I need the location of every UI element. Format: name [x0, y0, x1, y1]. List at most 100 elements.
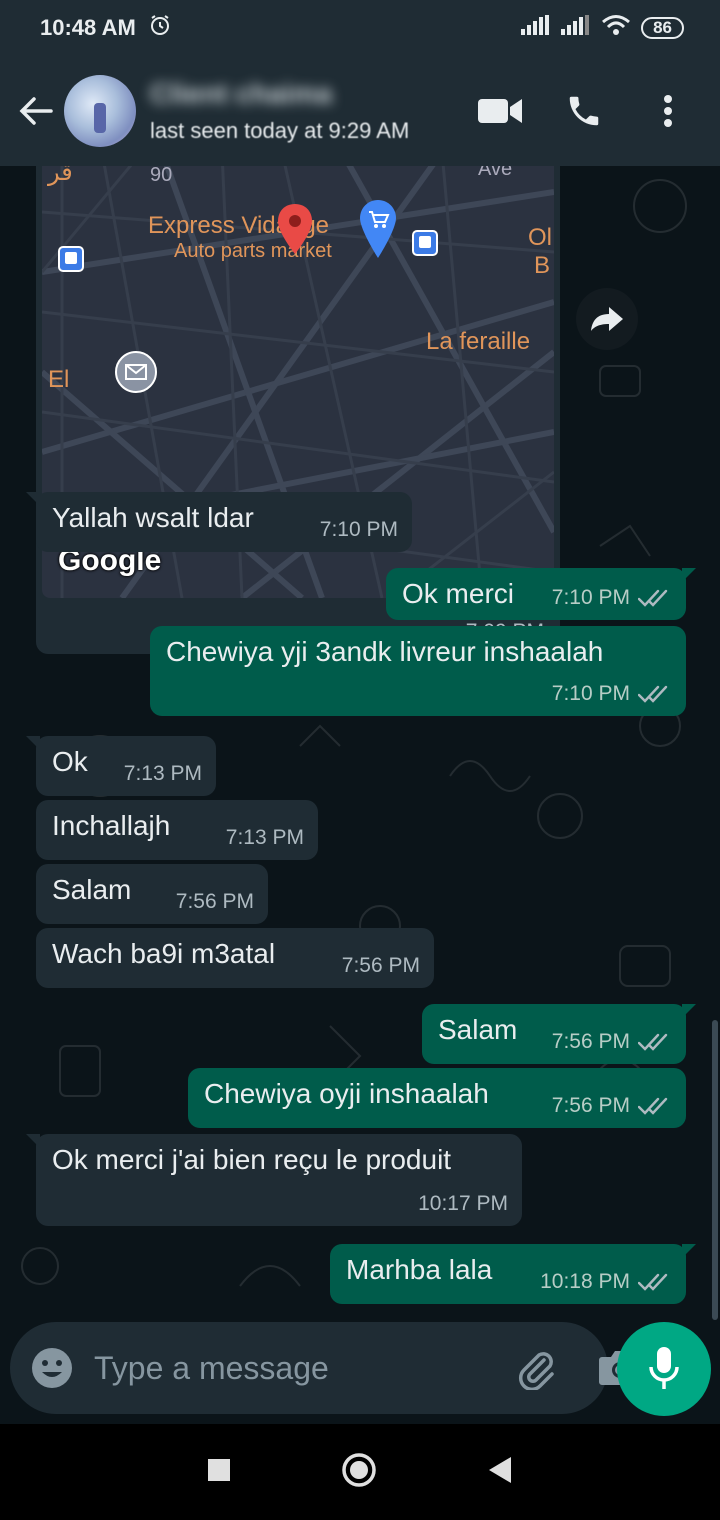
message-time: 10:18 PM — [540, 1270, 630, 1293]
outgoing-message[interactable]: Ok merci 7:10 PM — [386, 568, 696, 620]
outgoing-message[interactable]: Chewiya oyji inshaalah 7:56 PM — [188, 1068, 686, 1128]
message-text: Ok — [52, 746, 88, 777]
map-label-arabic: قر — [48, 166, 73, 186]
map-label-feraille: La feraille — [426, 328, 531, 355]
last-seen: last seen today at 9:29 AM — [150, 118, 410, 143]
message-meta: 10:17 PM — [418, 1192, 508, 1216]
home-button[interactable] — [341, 1452, 377, 1493]
incoming-message[interactable]: Ok merci j'ai bien reçu le produit 10:17 … — [26, 1134, 522, 1226]
incoming-message[interactable]: Ok 7:13 PM — [26, 736, 216, 796]
video-call-icon — [478, 99, 522, 123]
message-time: 7:10 PM — [551, 682, 630, 705]
forward-button[interactable] — [576, 288, 638, 350]
more-vert-icon — [664, 95, 672, 127]
message-meta: 7:56 PM — [342, 954, 420, 978]
message-meta: 7:13 PM — [124, 762, 202, 786]
chat-header: Client chaima last seen today at 9:29 AM — [0, 56, 720, 166]
message-time: 7:56 PM — [341, 954, 420, 977]
message-text: Yallah wsalt ldar — [52, 502, 254, 533]
forward-icon — [591, 307, 623, 331]
message-time: 10:17 PM — [418, 1192, 508, 1215]
chat-area[interactable]: قر 90 Ave Express Vidange Auto parts mar… — [0, 166, 720, 1322]
message-meta: 7:56 PM — [176, 890, 254, 914]
wifi-icon — [601, 14, 631, 42]
map-label-b: B — [534, 252, 551, 279]
bus-stop-icon-2 — [412, 230, 438, 261]
contact-name: Client chaima — [150, 78, 333, 109]
message-time: 7:56 PM — [551, 1030, 630, 1053]
scrollbar[interactable] — [712, 1020, 718, 1320]
double-check-icon — [638, 589, 668, 607]
emoji-button[interactable] — [30, 1346, 74, 1390]
emoji-icon — [32, 1348, 72, 1388]
contact-info[interactable]: Client chaima last seen today at 9:29 AM — [150, 78, 470, 144]
message-meta: 7:56 PM — [552, 1030, 672, 1054]
status-time: 10:48 AM — [40, 15, 136, 40]
signal-icon-2 — [561, 15, 591, 41]
alarm-icon — [148, 13, 172, 43]
bus-stop-icon — [58, 246, 84, 277]
double-check-icon — [638, 685, 668, 703]
voice-record-button[interactable] — [617, 1322, 711, 1416]
attach-button[interactable] — [514, 1344, 558, 1392]
map-label-avenue: Ave — [478, 166, 513, 180]
message-time: 7:56 PM — [175, 890, 254, 913]
voice-call-button[interactable] — [554, 81, 614, 141]
incoming-message[interactable]: Salam 7:56 PM — [36, 864, 268, 924]
incoming-message[interactable]: Yallah wsalt ldar 7:10 PM — [26, 492, 412, 552]
double-check-icon — [638, 1033, 668, 1051]
signal-icon — [521, 15, 551, 41]
double-check-icon — [638, 1097, 668, 1115]
message-meta: 7:10 PM — [320, 518, 398, 542]
menu-button[interactable] — [638, 81, 698, 141]
message-text: Chewiya oyji inshaalah — [204, 1078, 489, 1109]
message-text: Chewiya yji 3andk livreur inshaalah — [166, 636, 604, 667]
message-time: 7:13 PM — [123, 762, 202, 785]
message-text: Inchallajh — [52, 810, 171, 841]
battery-indicator: 86 — [641, 17, 684, 39]
message-meta: 7:10 PM — [552, 682, 672, 706]
location-pin-icon — [278, 204, 312, 259]
incoming-message[interactable]: Inchallajh 7:13 PM — [36, 800, 318, 860]
paperclip-icon — [518, 1352, 554, 1390]
message-time: 7:10 PM — [551, 586, 630, 609]
map-label-el: El — [48, 366, 70, 393]
map-label-ol: Ol — [528, 224, 552, 251]
circle-icon — [342, 1452, 376, 1487]
message-meta: 10:18 PM — [540, 1270, 672, 1294]
message-time: 7:13 PM — [225, 826, 304, 849]
mic-icon — [649, 1347, 679, 1389]
outgoing-message[interactable]: Salam 7:56 PM — [422, 1004, 696, 1064]
back-button[interactable] — [8, 83, 64, 139]
back-arrow-icon — [19, 97, 53, 125]
message-meta: 7:10 PM — [552, 586, 672, 610]
phone-icon — [569, 96, 599, 126]
double-check-icon — [638, 1273, 668, 1291]
mail-poi-icon — [114, 350, 158, 399]
message-input[interactable] — [94, 1349, 514, 1387]
message-meta: 7:56 PM — [552, 1094, 672, 1118]
outgoing-message[interactable]: Marhba lala 10:18 PM — [330, 1244, 696, 1304]
map-label-90: 90 — [150, 166, 173, 186]
avatar[interactable] — [64, 75, 136, 147]
status-bar: 10:48 AM 86 — [0, 0, 720, 56]
square-icon — [208, 1458, 230, 1481]
video-call-button[interactable] — [470, 81, 530, 141]
outgoing-message[interactable]: Chewiya yji 3andk livreur inshaalah 7:10 … — [150, 626, 686, 716]
message-time: 7:56 PM — [551, 1094, 630, 1117]
incoming-message[interactable]: Wach ba9i m3atal 7:56 PM — [36, 928, 434, 988]
message-meta: 7:13 PM — [226, 826, 304, 850]
message-text: Marhba lala — [346, 1254, 493, 1285]
back-nav-button[interactable] — [487, 1456, 513, 1489]
message-text: Ok merci j'ai bien reçu le produit — [52, 1144, 452, 1175]
system-nav-bar — [0, 1424, 720, 1520]
triangle-back-icon — [489, 1456, 511, 1483]
message-text: Wach ba9i m3atal — [52, 938, 276, 969]
message-composer — [10, 1322, 641, 1414]
message-text: Ok merci — [402, 578, 514, 609]
message-text: Salam — [438, 1014, 518, 1045]
message-time: 7:10 PM — [319, 518, 398, 541]
recents-button[interactable] — [207, 1458, 231, 1487]
shopping-cart-pin-icon — [360, 200, 396, 265]
message-text: Salam — [52, 874, 132, 905]
